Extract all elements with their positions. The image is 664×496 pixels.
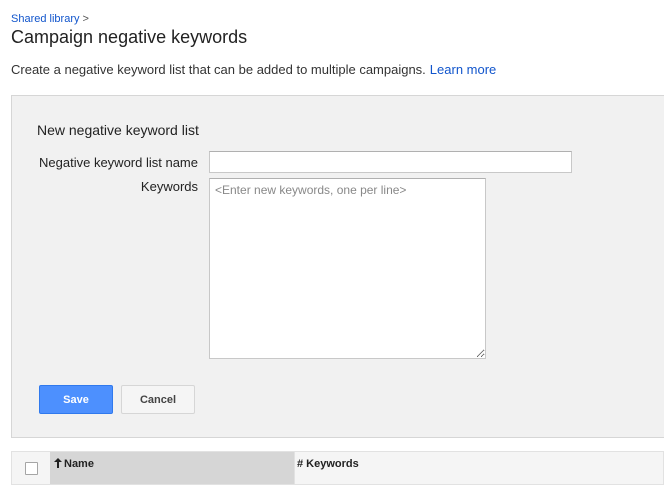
learn-more-link[interactable]: Learn more <box>430 62 496 77</box>
cancel-button[interactable]: Cancel <box>121 385 195 414</box>
list-name-label: Negative keyword list name <box>39 155 198 170</box>
breadcrumb-link-shared-library[interactable]: Shared library <box>11 13 79 25</box>
keywords-textarea[interactable] <box>209 178 486 359</box>
form-title: New negative keyword list <box>37 122 199 138</box>
sort-ascending-arrow-icon <box>54 458 62 468</box>
breadcrumb: Shared library > <box>11 13 89 25</box>
list-name-input[interactable] <box>209 151 572 173</box>
save-button[interactable]: Save <box>39 385 113 414</box>
keywords-label: Keywords <box>140 179 198 194</box>
keywords-column-header[interactable]: # Keywords <box>297 458 359 470</box>
page-title: Campaign negative keywords <box>11 27 248 47</box>
name-column-label: Name <box>64 458 94 470</box>
name-column-label-wrap: Name <box>54 458 94 470</box>
page-description: Create a negative keyword list that can … <box>11 62 496 77</box>
breadcrumb-separator: > <box>82 13 89 25</box>
select-all-checkbox[interactable] <box>25 462 38 475</box>
description-text: Create a negative keyword list that can … <box>11 62 426 77</box>
column-divider <box>294 452 295 484</box>
